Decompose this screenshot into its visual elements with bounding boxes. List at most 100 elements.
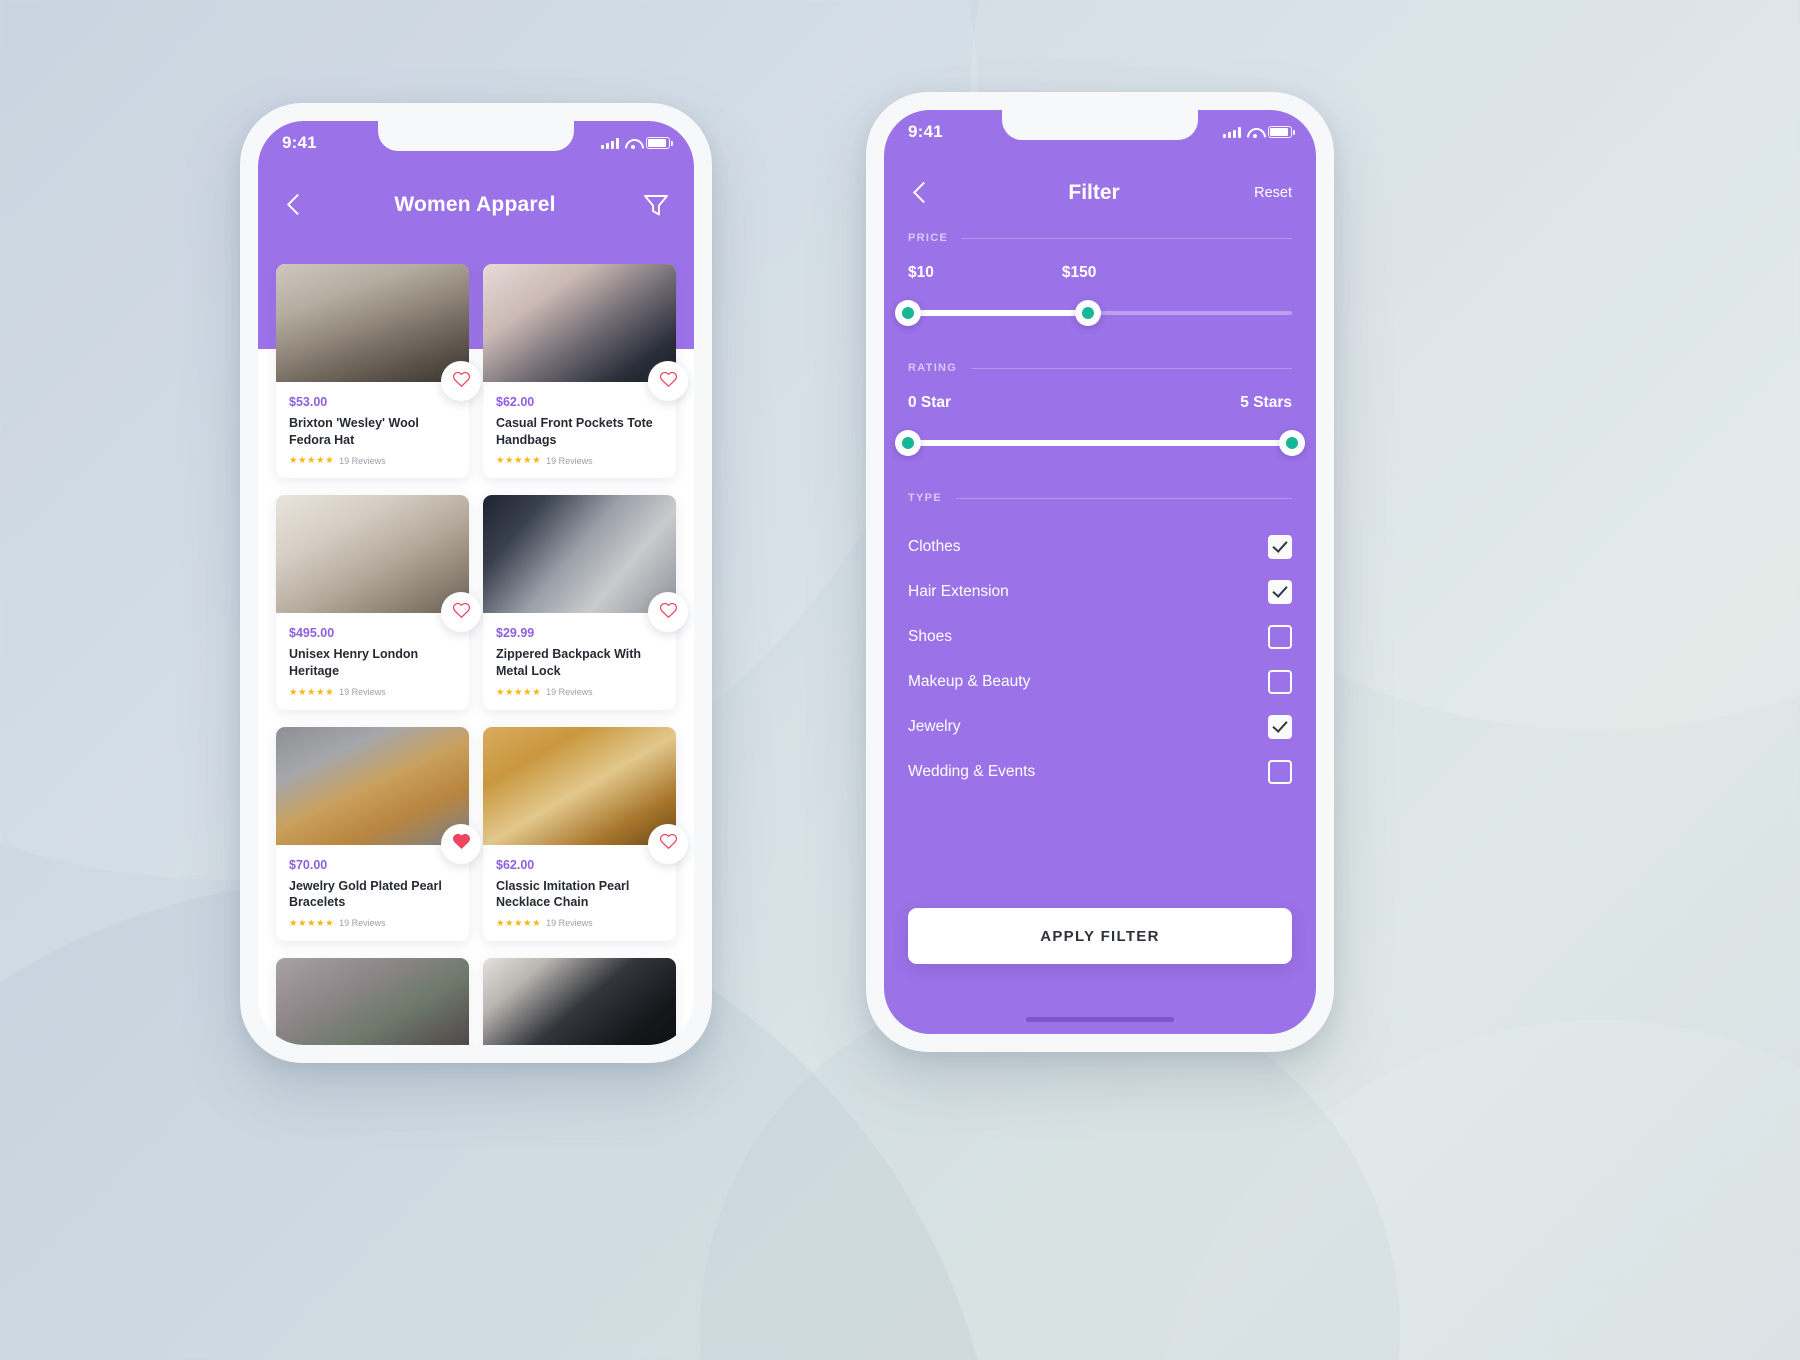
star-rating-icon: ★★★★★ bbox=[289, 917, 335, 929]
rating-section-label: RATING bbox=[908, 362, 958, 374]
heart-outline-icon bbox=[452, 370, 471, 393]
heart-outline-icon bbox=[659, 601, 678, 624]
product-card[interactable]: $53.00 Brixton 'Wesley' Wool Fedora Hat ★★… bbox=[276, 264, 481, 479]
product-image bbox=[483, 264, 688, 401]
type-option-clothes[interactable]: Clothes bbox=[908, 524, 1292, 569]
status-icons bbox=[601, 137, 673, 149]
price-section-label: PRICE bbox=[908, 232, 949, 244]
checkbox-checked-icon[interactable] bbox=[1268, 714, 1292, 739]
apply-filter-button[interactable]: APPLY FILTER bbox=[908, 908, 1292, 964]
product-grid-scroll[interactable]: $53.00 Brixton 'Wesley' Wool Fedora Hat ★★… bbox=[258, 264, 694, 1045]
cellular-signal-icon bbox=[1223, 126, 1241, 138]
star-rating-icon: ★★★★★ bbox=[289, 686, 335, 698]
product-card-body: $495.00 Unisex Henry London Heritage ★★★★★… bbox=[276, 613, 469, 709]
filter-screen: 9:41 Filter Reset PRICE $10 $150 RATING … bbox=[884, 110, 1316, 1034]
price-max-value: $150 bbox=[1061, 264, 1097, 281]
product-name: Zippered Backpack With Metal Lock bbox=[496, 647, 642, 678]
favorite-heart-button[interactable] bbox=[648, 592, 688, 633]
heart-filled-icon bbox=[452, 832, 471, 855]
favorite-heart-button[interactable] bbox=[441, 823, 481, 864]
product-card[interactable]: $29.99 Zippered Backpack With Metal Lock ★… bbox=[483, 495, 688, 710]
phone-notch bbox=[378, 121, 574, 151]
product-card-body: $62.00 Classic Imitation Pearl Necklace C… bbox=[483, 845, 676, 941]
product-image bbox=[483, 495, 688, 633]
product-grid: $53.00 Brixton 'Wesley' Wool Fedora Hat ★★… bbox=[276, 264, 688, 1045]
rating-section-header: RATING bbox=[908, 362, 1292, 374]
product-price: $495.00 bbox=[289, 626, 335, 641]
favorite-heart-button[interactable] bbox=[441, 592, 481, 633]
product-card[interactable]: $495.00 Unisex Henry London Heritage ★★★★★… bbox=[276, 495, 481, 710]
type-option-label: Shoes bbox=[908, 627, 952, 645]
product-card[interactable]: $70.00 Jewelry Gold Plated Pearl Bracelet… bbox=[276, 726, 481, 941]
review-count: 19 Reviews bbox=[546, 918, 593, 929]
type-option-label: Jewelry bbox=[908, 717, 961, 735]
checkbox-unchecked-icon[interactable] bbox=[1268, 759, 1292, 784]
funnel-filter-icon[interactable] bbox=[642, 192, 670, 218]
product-image bbox=[276, 726, 481, 864]
rating-slider-max-handle[interactable] bbox=[1279, 430, 1305, 456]
product-image bbox=[276, 957, 469, 1045]
type-option-label: Wedding & Events bbox=[908, 762, 1036, 780]
heart-outline-icon bbox=[659, 832, 678, 855]
product-card[interactable]: $62.00 Casual Front Pockets Tote Handbags… bbox=[483, 264, 688, 479]
type-option-jewelry[interactable]: Jewelry bbox=[908, 704, 1292, 749]
star-rating-icon: ★★★★★ bbox=[496, 455, 542, 467]
product-rating-row: ★★★★★ 19 Reviews bbox=[289, 687, 456, 698]
price-range-slider[interactable] bbox=[895, 300, 1292, 326]
chevron-left-icon[interactable] bbox=[282, 192, 308, 218]
type-option-makeup-beauty[interactable]: Makeup & Beauty bbox=[908, 659, 1292, 704]
product-card[interactable] bbox=[483, 957, 676, 1045]
product-image bbox=[483, 957, 676, 1045]
page-title: Filter bbox=[1068, 181, 1120, 204]
heart-outline-icon bbox=[659, 370, 678, 393]
price-slider-fill bbox=[908, 310, 1089, 316]
type-option-shoes[interactable]: Shoes bbox=[908, 614, 1292, 659]
checkbox-unchecked-icon[interactable] bbox=[1268, 669, 1292, 694]
favorite-heart-button[interactable] bbox=[648, 361, 688, 401]
type-option-label: Hair Extension bbox=[908, 582, 1009, 600]
type-option-label: Clothes bbox=[908, 537, 961, 555]
product-name: Unisex Henry London Heritage bbox=[289, 647, 419, 678]
phone-notch bbox=[1002, 110, 1198, 140]
rating-max-value: 5 Stars bbox=[1240, 394, 1292, 411]
catalog-screen: 9:41 Women Apparel $53.00 Brixton 'Wesley… bbox=[258, 121, 694, 1045]
type-section-label: TYPE bbox=[908, 492, 942, 504]
rating-range-slider[interactable] bbox=[895, 430, 1305, 456]
price-slider-max-handle[interactable] bbox=[1075, 300, 1102, 326]
product-card[interactable]: $62.00 Classic Imitation Pearl Necklace C… bbox=[483, 726, 688, 941]
rating-range-values: 0 Star 5 Stars bbox=[908, 394, 1292, 412]
product-image bbox=[276, 264, 481, 401]
reset-button[interactable]: Reset bbox=[1254, 185, 1292, 201]
type-option-hair-extension[interactable]: Hair Extension bbox=[908, 569, 1292, 614]
product-name: Casual Front Pockets Tote Handbags bbox=[496, 416, 653, 447]
type-option-wedding-events[interactable]: Wedding & Events bbox=[908, 749, 1292, 794]
price-slider-min-handle[interactable] bbox=[895, 300, 921, 326]
product-image bbox=[483, 726, 688, 864]
checkbox-checked-icon[interactable] bbox=[1268, 534, 1292, 559]
product-rating-row: ★★★★★ 19 Reviews bbox=[496, 687, 663, 698]
star-rating-icon: ★★★★★ bbox=[496, 917, 542, 929]
catalog-navbar: Women Apparel bbox=[258, 177, 694, 233]
favorite-heart-button[interactable] bbox=[441, 361, 481, 401]
review-count: 19 Reviews bbox=[339, 918, 386, 929]
product-price: $53.00 bbox=[289, 395, 328, 409]
type-option-label: Makeup & Beauty bbox=[908, 672, 1031, 690]
product-price: $29.99 bbox=[496, 626, 535, 641]
checkbox-unchecked-icon[interactable] bbox=[1268, 624, 1292, 649]
battery-icon bbox=[646, 137, 673, 149]
rating-slider-fill bbox=[908, 440, 1292, 446]
product-card[interactable] bbox=[276, 957, 469, 1045]
price-section-header: PRICE bbox=[908, 232, 1292, 244]
review-count: 19 Reviews bbox=[546, 455, 593, 466]
status-icons bbox=[1223, 126, 1295, 138]
filter-navbar: Filter Reset bbox=[884, 166, 1316, 220]
star-rating-icon: ★★★★★ bbox=[496, 686, 542, 698]
checkbox-checked-icon[interactable] bbox=[1268, 579, 1292, 604]
cellular-signal-icon bbox=[601, 137, 619, 149]
review-count: 19 Reviews bbox=[546, 687, 593, 697]
section-divider bbox=[962, 237, 1292, 239]
chevron-left-icon[interactable] bbox=[908, 180, 934, 206]
background-decor-4 bbox=[1150, 1020, 1800, 1360]
rating-slider-min-handle[interactable] bbox=[895, 430, 921, 456]
favorite-heart-button[interactable] bbox=[648, 823, 688, 864]
